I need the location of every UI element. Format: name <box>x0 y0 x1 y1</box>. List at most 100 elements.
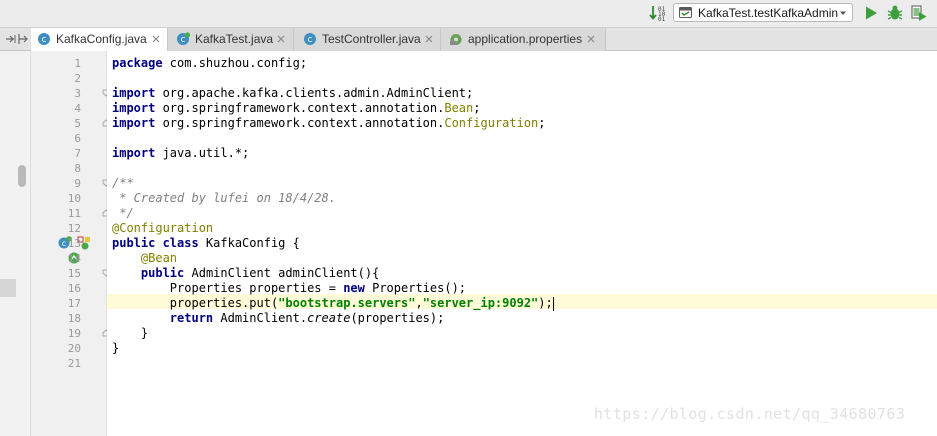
code-line-19[interactable]: } <box>112 326 148 341</box>
line-number: 1 <box>74 57 81 70</box>
run-configuration-select[interactable]: KafkaTest.testKafkaAdmin <box>673 3 853 22</box>
keyword: import <box>112 116 156 130</box>
code-line-20[interactable]: } <box>112 341 119 356</box>
code-line-3[interactable]: import org.apache.kafka.clients.admin.Ad… <box>112 86 473 101</box>
watermark-url: https://blog.csdn.net/qq_34680763 <box>594 405 906 423</box>
keyword: public class <box>112 236 199 250</box>
string-literal: "bootstrap.servers" <box>278 296 416 310</box>
line-number: 10 <box>67 192 81 205</box>
annotation: @Configuration <box>112 221 214 235</box>
annotation: @Bean <box>140 251 178 265</box>
svg-text:c: c <box>42 35 47 45</box>
method-call: create <box>307 311 351 325</box>
code-text: org.apache.kafka.clients.admin.AdminClie… <box>155 86 474 100</box>
project-panel-edge <box>0 51 31 436</box>
run-icon[interactable] <box>862 4 880 22</box>
tab-label: application.properties <box>468 32 583 46</box>
code-line-12[interactable]: @Configuration <box>112 221 213 236</box>
line-number: 19 <box>67 327 81 340</box>
editor-tab-bar: c KafkaConfig.java c KafkaTest.java c Te… <box>0 27 937 51</box>
code-text: properties.put( <box>169 296 279 310</box>
java-class-icon: c <box>38 33 50 45</box>
tab-kafkatest-java[interactable]: c KafkaTest.java <box>168 28 294 51</box>
code-line-11[interactable]: */ <box>112 206 133 221</box>
keyword: return <box>169 311 214 325</box>
code-line-10[interactable]: * Created by lufei on 18/4/28. <box>112 191 336 206</box>
tab-testcontroller-java[interactable]: c TestController.java <box>294 28 441 51</box>
line-number: 9 <box>74 177 81 190</box>
code-text: ; <box>473 101 481 115</box>
junit-config-icon <box>679 7 692 18</box>
line-number: 18 <box>67 312 81 325</box>
main-toolbar: 01 10 01 KafkaTest.testKafkaAdmin <box>0 0 937 27</box>
code-text: org.springframework.context.annotation. <box>155 116 445 130</box>
code-line-15[interactable]: public AdminClient adminClient(){ <box>112 266 379 281</box>
code-text: Properties properties = <box>169 281 344 295</box>
close-icon[interactable] <box>424 34 434 44</box>
scrollbar-thumb[interactable] <box>18 165 26 187</box>
pin-panel-icon[interactable] <box>15 32 29 46</box>
annotation-ref: Bean <box>444 101 474 115</box>
close-icon[interactable] <box>151 34 161 44</box>
svg-text:c: c <box>308 35 313 45</box>
line-number: 2 <box>74 72 81 85</box>
line-number: 21 <box>67 357 81 370</box>
coverage-icon[interactable] <box>910 4 928 22</box>
chevron-down-icon <box>840 11 846 15</box>
close-icon[interactable] <box>276 34 286 44</box>
tab-application-properties[interactable]: application.properties <box>441 28 606 51</box>
line-number: 17 <box>67 297 81 310</box>
keyword: public <box>140 266 185 280</box>
code-line-14[interactable]: @Bean <box>112 251 177 266</box>
code-line-7[interactable]: import java.util.*; <box>112 146 249 161</box>
keyword: import <box>112 86 156 100</box>
line-number: 14 <box>67 252 81 265</box>
code-text: , <box>415 296 423 310</box>
line-number: 15 <box>67 267 81 280</box>
code-line-1[interactable]: package com.shuzhou.config; <box>112 56 307 71</box>
code-text: AdminClient adminClient(){ <box>184 266 380 280</box>
debug-icon[interactable] <box>886 4 904 22</box>
tab-kafkaconfig-java[interactable]: c KafkaConfig.java <box>31 28 168 51</box>
sort-numeric-icon[interactable]: 01 10 01 <box>649 4 667 22</box>
line-number: 16 <box>67 282 81 295</box>
close-icon[interactable] <box>586 34 596 44</box>
code-line-13[interactable]: public class KafkaConfig { <box>112 236 300 251</box>
code-text: ; <box>538 116 546 130</box>
code-text: java.util.*; <box>155 146 250 160</box>
code-line-5[interactable]: import org.springframework.context.annot… <box>112 116 546 131</box>
keyword: new <box>343 281 365 295</box>
code-line-17[interactable]: properties.put("bootstrap.servers","serv… <box>112 296 554 311</box>
line-number: 20 <box>67 342 81 355</box>
svg-text:01: 01 <box>658 16 666 22</box>
line-number: 11 <box>67 207 81 220</box>
selected-row-marker <box>0 279 16 297</box>
code-text: ); <box>538 296 553 310</box>
svg-text:c: c <box>181 35 186 45</box>
line-number: 4 <box>74 102 81 115</box>
code-text: org.springframework.context.annotation. <box>155 101 445 115</box>
code-text: AdminClient. <box>213 311 308 325</box>
line-number: 8 <box>74 162 81 175</box>
code-line-9[interactable]: /** <box>112 176 134 191</box>
tab-label: KafkaConfig.java <box>56 32 147 46</box>
keyword: package <box>112 56 163 70</box>
code-line-16[interactable]: Properties properties = new Properties()… <box>112 281 466 296</box>
keyword: import <box>112 101 156 115</box>
code-text: (properties); <box>350 311 445 325</box>
line-number: 7 <box>74 147 81 160</box>
line-number: 5 <box>74 117 81 130</box>
code-line-4[interactable]: import org.springframework.context.annot… <box>112 101 480 116</box>
code-text: com.shuzhou.config; <box>162 56 308 70</box>
line-number: 12 <box>67 222 81 235</box>
properties-icon <box>450 34 462 45</box>
line-number: 13 <box>67 237 81 250</box>
java-test-icon: c <box>177 32 190 45</box>
keyword: import <box>112 146 156 160</box>
code-line-18[interactable]: return AdminClient.create(properties); <box>112 311 445 326</box>
